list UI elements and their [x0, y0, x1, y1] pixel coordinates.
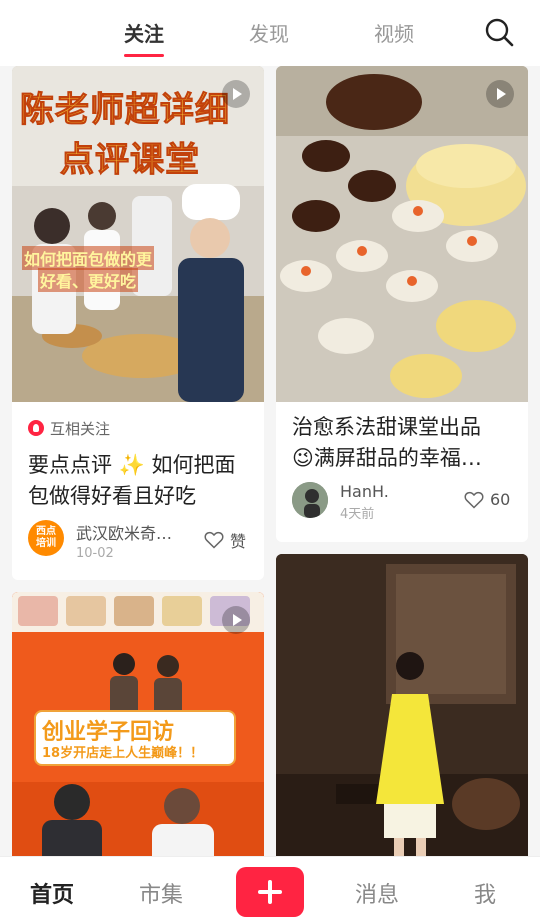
video-play-icon: [222, 606, 250, 634]
publish-plus-button[interactable]: [236, 867, 304, 917]
note-title-line-2: 😉满屏甜品的幸福…: [292, 446, 482, 470]
nav-home[interactable]: 首页: [30, 877, 74, 909]
note-title: 要点点评 ✨ 如何把面 包做得好看且好吃: [28, 450, 236, 512]
cover-headline-2: 18岁开店走上人生巅峰！！: [42, 746, 204, 761]
note-cover-image[interactable]: [276, 66, 528, 402]
note-title-line-1: 治愈系法甜课堂出品: [292, 415, 481, 439]
like-button[interactable]: 60: [464, 490, 510, 509]
note-title: 治愈系法甜课堂出品 😉满屏甜品的幸福…: [292, 412, 482, 474]
tab-discover[interactable]: 发现: [249, 18, 289, 47]
post-date: 4天前: [340, 507, 375, 522]
note-card[interactable]: 治愈系法甜课堂出品 😉满屏甜品的幸福… HanH. 4天前 60: [276, 66, 528, 542]
nav-messages[interactable]: 消息: [355, 877, 399, 909]
nav-market[interactable]: 市集: [139, 877, 183, 909]
author-info[interactable]: 西点 培训 武汉欧米奇… 10-02: [28, 520, 172, 561]
tab-video[interactable]: 视频: [374, 18, 414, 47]
note-cover-image[interactable]: 陈老师超详细 点评课堂 如何把面包做的更 好看、更好吃: [12, 66, 264, 402]
heart-icon: [464, 491, 484, 509]
note-card[interactable]: 陈老师超详细 点评课堂 如何把面包做的更 好看、更好吃 互相关注 要点点评 ✨ …: [12, 66, 264, 580]
note-cover-image[interactable]: 创业学子回访 18岁开店走上人生巅峰！！: [12, 592, 264, 856]
cover-caption-2: 好看、更好吃: [38, 268, 139, 292]
like-label: 赞: [230, 532, 247, 551]
like-count: 60: [490, 490, 511, 509]
like-button[interactable]: 赞: [204, 528, 246, 552]
cover-headline-1: 陈老师超详细: [20, 90, 230, 131]
note-card[interactable]: [276, 554, 528, 856]
search-icon[interactable]: [484, 17, 514, 47]
avatar-text-1: 西点: [36, 526, 56, 537]
heart-icon: [204, 531, 224, 549]
cover-headline-2: 点评课堂: [60, 140, 200, 181]
avatar-image: [292, 482, 328, 518]
author-name: HanH.: [340, 482, 389, 501]
top-nav: 关注 发现 视频: [0, 0, 540, 66]
note-cover-image[interactable]: [276, 554, 528, 856]
dessert-photo: [276, 66, 528, 402]
nav-profile[interactable]: 我: [474, 877, 496, 909]
avatar-text-2: 培训: [36, 538, 56, 549]
bottom-nav: 首页 市集 消息 我: [0, 856, 540, 924]
author-info[interactable]: HanH. 4天前: [292, 482, 389, 522]
note-title-line-1: 要点点评 ✨ 如何把面: [28, 453, 236, 477]
user-icon: [28, 420, 44, 436]
mutual-follow-tag: 互相关注: [28, 418, 110, 439]
avatar[interactable]: 西点 培训: [28, 520, 64, 556]
cover-caption-1: 如何把面包做的更: [22, 246, 155, 270]
video-play-icon: [222, 80, 250, 108]
note-title-line-2: 包做得好看且好吃: [28, 484, 196, 508]
tab-following[interactable]: 关注: [124, 18, 164, 47]
feed: 陈老师超详细 点评课堂 如何把面包做的更 好看、更好吃 互相关注 要点点评 ✨ …: [0, 66, 540, 856]
mutual-follow-label: 互相关注: [50, 420, 111, 438]
portrait-photo: [276, 554, 528, 856]
active-tab-indicator: [124, 54, 164, 57]
note-card[interactable]: 创业学子回访 18岁开店走上人生巅峰！！: [12, 592, 264, 856]
avatar[interactable]: [292, 482, 328, 518]
post-date: 10-02: [76, 546, 114, 561]
video-play-icon: [486, 80, 514, 108]
author-name: 武汉欧米奇…: [76, 524, 173, 543]
